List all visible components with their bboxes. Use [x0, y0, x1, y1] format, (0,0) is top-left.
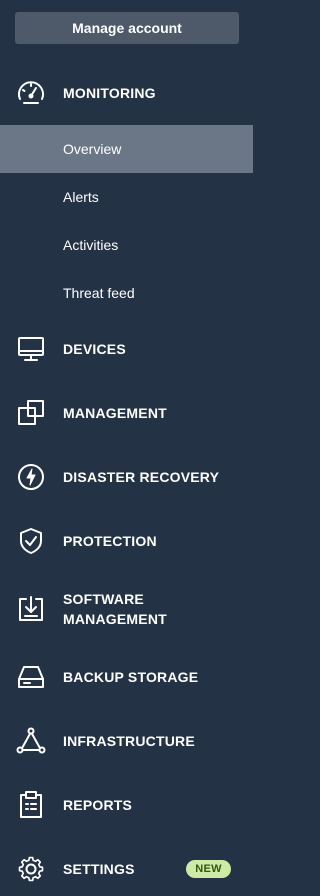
- nav-item-backup-storage[interactable]: BACKUP STORAGE: [0, 660, 253, 694]
- network-triangle-icon: [15, 725, 47, 757]
- new-badge: NEW: [186, 860, 231, 878]
- lightning-circle-icon: [15, 461, 47, 493]
- nav-item-management[interactable]: MANAGEMENT: [0, 396, 253, 430]
- nav-subitem-activities[interactable]: Activities: [0, 221, 253, 269]
- nav-item-label-line2: MANAGEMENT: [63, 611, 167, 627]
- manage-account-button[interactable]: Manage account: [15, 12, 239, 44]
- nav-item-label: BACKUP STORAGE: [63, 669, 199, 685]
- nav-item-label-line1: SOFTWARE: [63, 591, 144, 607]
- nav-item-disaster-recovery[interactable]: DISASTER RECOVERY: [0, 460, 253, 494]
- hard-drive-icon: [15, 661, 47, 693]
- nav-subitem-label: Alerts: [63, 189, 99, 205]
- nav-item-devices[interactable]: DEVICES: [0, 332, 253, 366]
- nav-subitem-overview[interactable]: Overview: [0, 125, 253, 173]
- nav-item-label: MONITORING: [63, 85, 156, 101]
- nav-item-label: REPORTS: [63, 797, 133, 813]
- nav-subitem-label: Overview: [63, 141, 122, 157]
- overlapping-squares-icon: [15, 397, 47, 429]
- clipboard-icon: [15, 789, 47, 821]
- shield-check-icon: [15, 525, 47, 557]
- nav-subitem-alerts[interactable]: Alerts: [0, 173, 253, 221]
- nav-item-label: MANAGEMENT: [63, 405, 167, 421]
- nav-item-label: INFRASTRUCTURE: [63, 733, 195, 749]
- nav-item-label: DEVICES: [63, 341, 126, 357]
- nav-subitem-label: Threat feed: [63, 285, 135, 301]
- nav-item-infrastructure[interactable]: INFRASTRUCTURE: [0, 724, 253, 758]
- nav-item-protection[interactable]: PROTECTION: [0, 524, 253, 558]
- nav-item-settings[interactable]: SETTINGS NEW: [0, 852, 253, 886]
- monitor-icon: [15, 333, 47, 365]
- nav-item-label: SETTINGS: [63, 861, 135, 877]
- nav-item-reports[interactable]: REPORTS: [0, 788, 253, 822]
- speedometer-icon: [15, 77, 47, 109]
- gear-icon: [15, 853, 47, 885]
- nav-item-label: DISASTER RECOVERY: [63, 469, 220, 485]
- nav-item-software-management[interactable]: SOFTWARE MANAGEMENT: [0, 588, 253, 630]
- nav-subitem-label: Activities: [63, 237, 119, 253]
- nav-subitem-threat-feed[interactable]: Threat feed: [0, 269, 253, 317]
- nav-item-monitoring[interactable]: MONITORING: [0, 76, 253, 110]
- nav-item-label: PROTECTION: [63, 533, 157, 549]
- download-box-icon: [15, 593, 47, 625]
